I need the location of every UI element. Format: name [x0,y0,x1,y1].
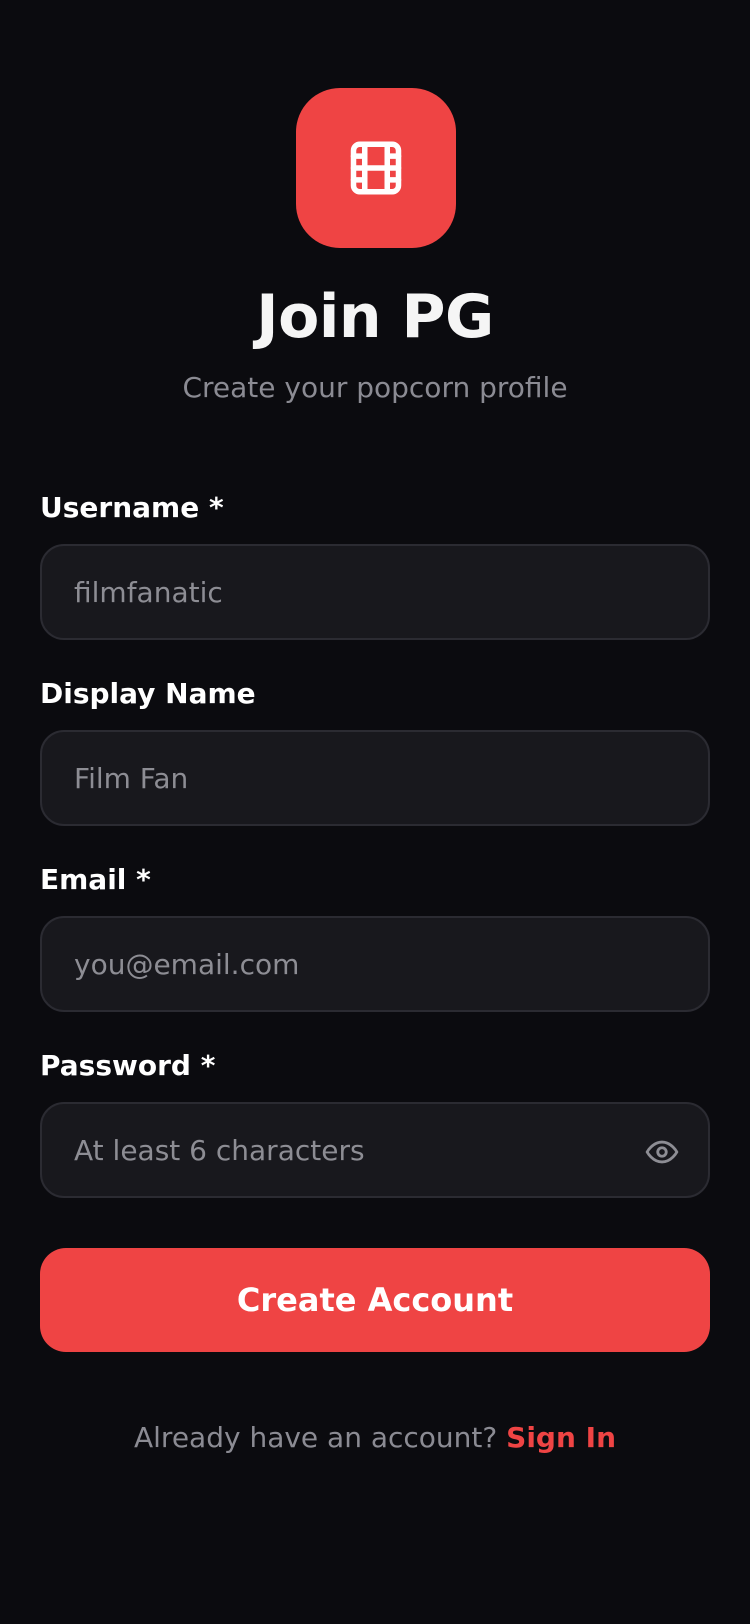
password-visibility-toggle[interactable] [644,1134,680,1170]
create-account-button[interactable]: Create Account [40,1248,710,1352]
password-input[interactable] [42,1104,708,1196]
email-label: Email * [40,863,151,896]
eye-icon [645,1140,679,1164]
page-title: Join PG [256,282,494,352]
page-subtitle: Create your popcorn profile [182,371,568,404]
username-label: Username * [40,491,224,524]
app-logo [296,88,456,248]
username-field-container [40,544,710,640]
email-input[interactable] [42,918,708,1010]
email-field-container [40,916,710,1012]
film-icon [350,141,402,195]
display-name-label: Display Name [40,677,256,710]
sign-in-link[interactable]: Sign In [506,1421,616,1454]
signin-prompt: Already have an account? Sign In [0,1418,750,1458]
password-label: Password * [40,1049,216,1082]
display-name-field-container [40,730,710,826]
signin-prompt-text: Already have an account? [133,1421,498,1454]
password-field-container [40,1102,710,1198]
display-name-input[interactable] [42,732,708,824]
signup-screen: Join PG Create your popcorn profile User… [0,0,750,1624]
username-input[interactable] [42,546,708,638]
